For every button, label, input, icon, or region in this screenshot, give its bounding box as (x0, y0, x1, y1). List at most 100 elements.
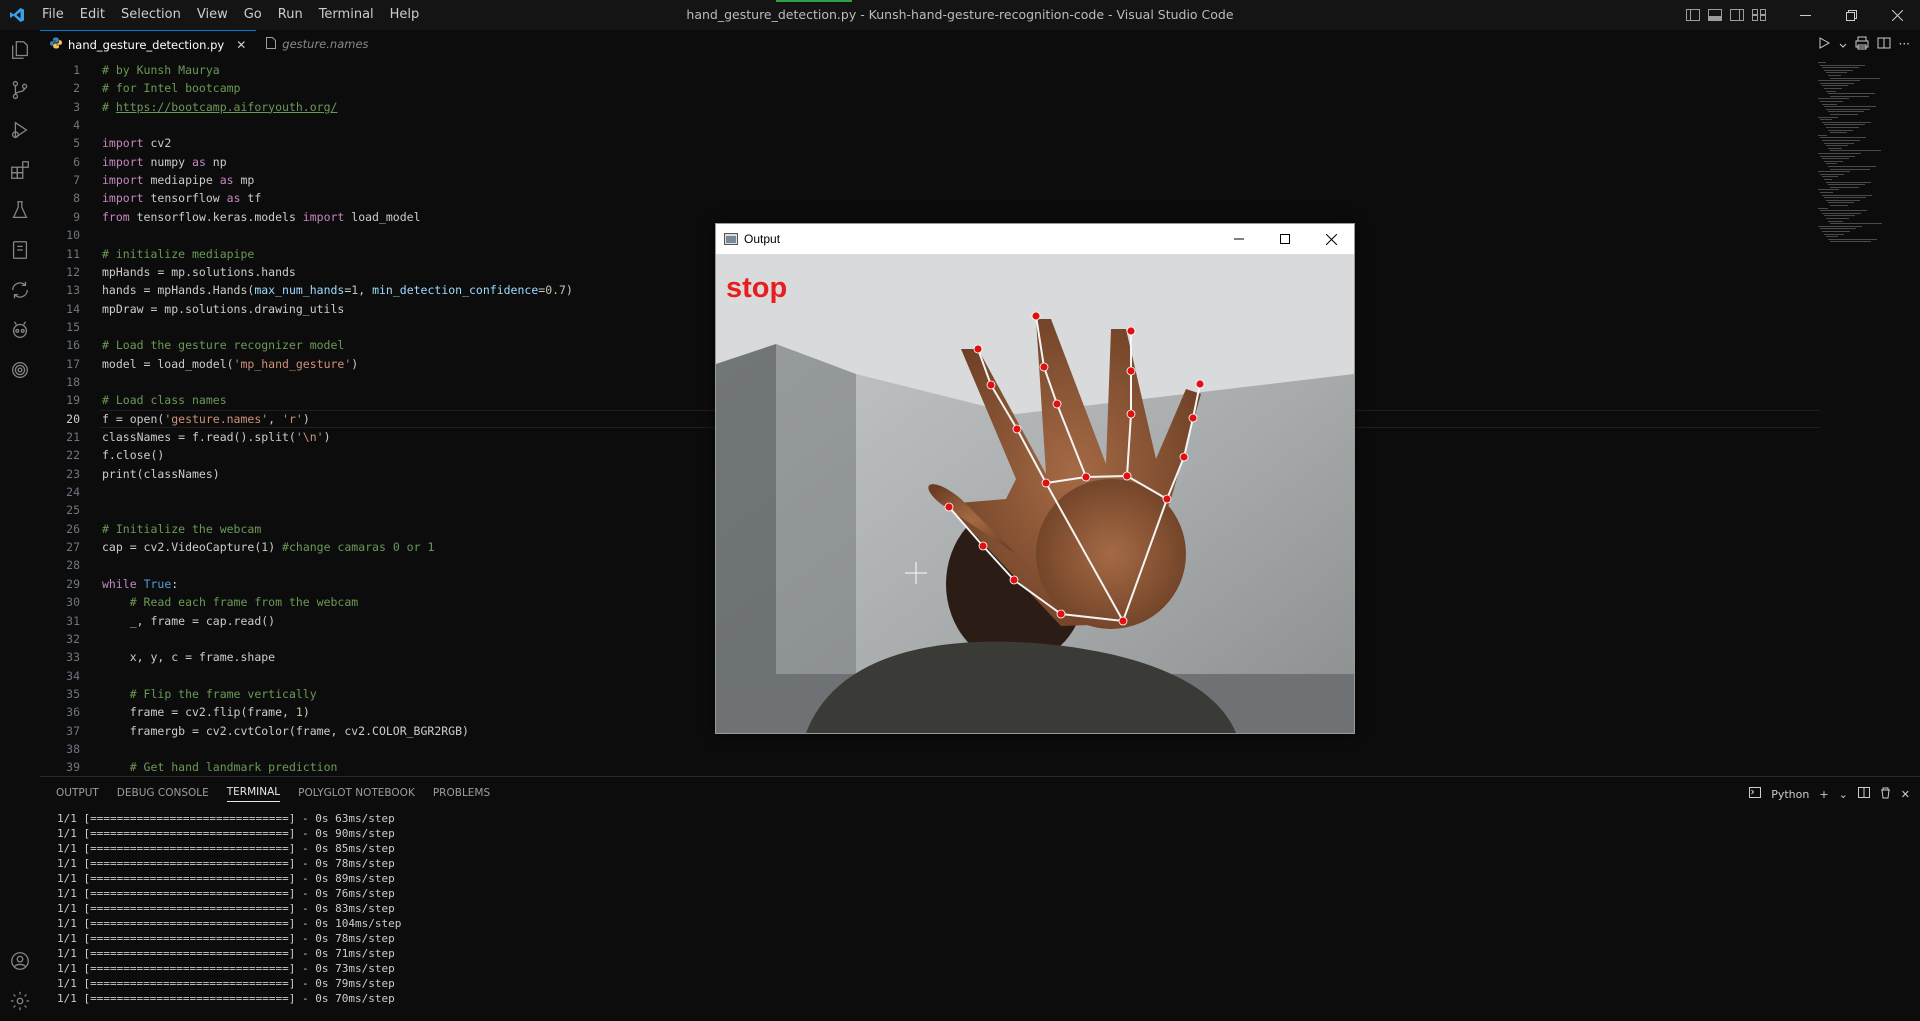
tab-gesture-names[interactable]: gesture.names (256, 30, 378, 58)
line-number: 8 (73, 191, 80, 206)
line-number: 3 (73, 99, 80, 114)
line-number: 12 (66, 264, 80, 279)
menu-run[interactable]: Run (270, 0, 311, 30)
code-token: ) (302, 705, 310, 720)
code-token: , (268, 411, 283, 426)
menu-file[interactable]: File (34, 0, 72, 30)
menu-help[interactable]: Help (382, 0, 428, 30)
line-number: 13 (66, 283, 80, 298)
line-number: 10 (66, 228, 80, 243)
terminal-line: 1/1 [==============================] - 0… (57, 917, 402, 930)
new-terminal-icon[interactable]: + (1819, 788, 1828, 801)
terminal-output[interactable]: 1/1 [==============================] - 0… (57, 811, 401, 1006)
code-token: ) (351, 356, 359, 371)
chevron-down-icon[interactable] (1839, 35, 1847, 54)
split-editor-icon[interactable] (1877, 35, 1891, 54)
panel-tab-output[interactable]: OUTPUT (56, 787, 99, 802)
landmark-connection (1085, 475, 1128, 478)
close-tab-icon[interactable]: ✕ (236, 38, 246, 52)
code-text: import numpy as np (102, 153, 227, 171)
code-text: import cv2 (102, 134, 171, 152)
output-minimize-button[interactable] (1216, 224, 1262, 254)
code-text: # Load class names (102, 391, 227, 409)
line-number: 2 (73, 81, 80, 96)
toggle-secondary-sidebar-icon[interactable] (1726, 0, 1748, 30)
account-icon[interactable] (0, 941, 40, 981)
kill-terminal-icon[interactable] (1880, 787, 1891, 802)
line-number: 7 (73, 173, 80, 188)
terminal-line: 1/1 [==============================] - 0… (57, 887, 395, 900)
code-token: cv2 (143, 136, 172, 151)
run-debug-icon[interactable] (0, 110, 40, 150)
explorer-icon[interactable] (0, 30, 40, 70)
minimap[interactable] (1816, 58, 1916, 258)
panel-tab-terminal[interactable]: TERMINAL (226, 786, 281, 802)
tab-hand-gesture-detection[interactable]: hand_gesture_detection.py ✕ (40, 30, 257, 58)
code-token: : (171, 576, 179, 591)
code-token: min_detection_confidence (372, 283, 539, 298)
code-token: import (302, 209, 345, 224)
customize-layout-icon[interactable] (1748, 0, 1770, 30)
toggle-primary-sidebar-icon[interactable] (1682, 0, 1704, 30)
fingerprint-icon[interactable] (0, 350, 40, 390)
source-control-icon[interactable] (0, 70, 40, 110)
editor-tabs: hand_gesture_detection.py ✕ gesture.name… (40, 30, 1920, 58)
extensions-icon[interactable] (0, 150, 40, 190)
code-token: 'mp_hand_gesture' (233, 356, 352, 371)
line-number: 23 (66, 466, 80, 481)
code-text: # Read each frame from the webcam (102, 593, 358, 611)
line-number: 37 (66, 723, 80, 738)
menu-view[interactable]: View (189, 0, 236, 30)
line-number: 21 (66, 430, 80, 444)
menu-terminal[interactable]: Terminal (311, 0, 382, 30)
panel-tab-polyglot-notebook[interactable]: POLYGLOT NOTEBOOK (298, 787, 415, 802)
output-maximize-button[interactable] (1262, 224, 1308, 254)
notebook-icon[interactable] (0, 230, 40, 270)
output-window[interactable]: Output stop (715, 223, 1355, 734)
chevron-down-icon[interactable]: ⌄ (1839, 788, 1848, 801)
code-text: # by Kunsh Maurya (102, 61, 220, 79)
code-token: import (102, 136, 144, 151)
output-close-button[interactable] (1308, 224, 1354, 254)
terminal-shell-label[interactable]: Python (1771, 788, 1809, 801)
code-token: 1 (295, 705, 303, 720)
code-token: load_model (344, 209, 421, 224)
copilot-icon[interactable] (0, 310, 40, 350)
minimize-button[interactable] (1782, 0, 1828, 30)
testing-icon[interactable] (0, 190, 40, 230)
code-token: True (143, 576, 172, 591)
tab-label: hand_gesture_detection.py (68, 37, 225, 52)
restore-button[interactable] (1828, 0, 1874, 30)
line-number: 14 (66, 301, 80, 316)
terminal-line: 1/1 [==============================] - 0… (57, 902, 395, 915)
landmark-point (1122, 471, 1132, 481)
code-text: from tensorflow.keras.models import load… (102, 208, 421, 226)
code-text: # Get hand landmark prediction (102, 758, 338, 776)
menu-selection[interactable]: Selection (113, 0, 189, 30)
run-python-file-icon[interactable] (1817, 35, 1831, 54)
toggle-panel-icon[interactable] (1704, 0, 1726, 30)
remote-icon[interactable] (0, 270, 40, 310)
code-token: # for Intel bootcamp (102, 81, 241, 96)
tab-label: gesture.names (282, 37, 369, 51)
landmark-point (1195, 379, 1205, 389)
menu-go[interactable]: Go (236, 0, 270, 30)
panel-tab-problems[interactable]: PROBLEMS (433, 787, 490, 802)
terminal-line: 1/1 [==============================] - 0… (57, 872, 395, 885)
printer-icon[interactable] (1855, 35, 1869, 54)
menu-edit[interactable]: Edit (72, 0, 113, 30)
split-terminal-icon[interactable] (1857, 787, 1870, 801)
terminal-line: 1/1 [==============================] - 0… (57, 812, 395, 825)
more-actions-icon[interactable]: ··· (1899, 37, 1910, 51)
line-number: 32 (66, 631, 80, 646)
code-token: , (358, 283, 373, 298)
close-window-button[interactable] (1874, 0, 1920, 30)
line-number: 25 (66, 503, 80, 518)
landmark-point (1126, 326, 1136, 336)
line-number: 5 (73, 136, 80, 151)
code-token: # Load class names (102, 393, 227, 408)
close-panel-icon[interactable]: ✕ (1901, 788, 1910, 801)
settings-gear-icon[interactable] (0, 981, 40, 1021)
panel-tab-debug-console[interactable]: DEBUG CONSOLE (117, 787, 209, 802)
